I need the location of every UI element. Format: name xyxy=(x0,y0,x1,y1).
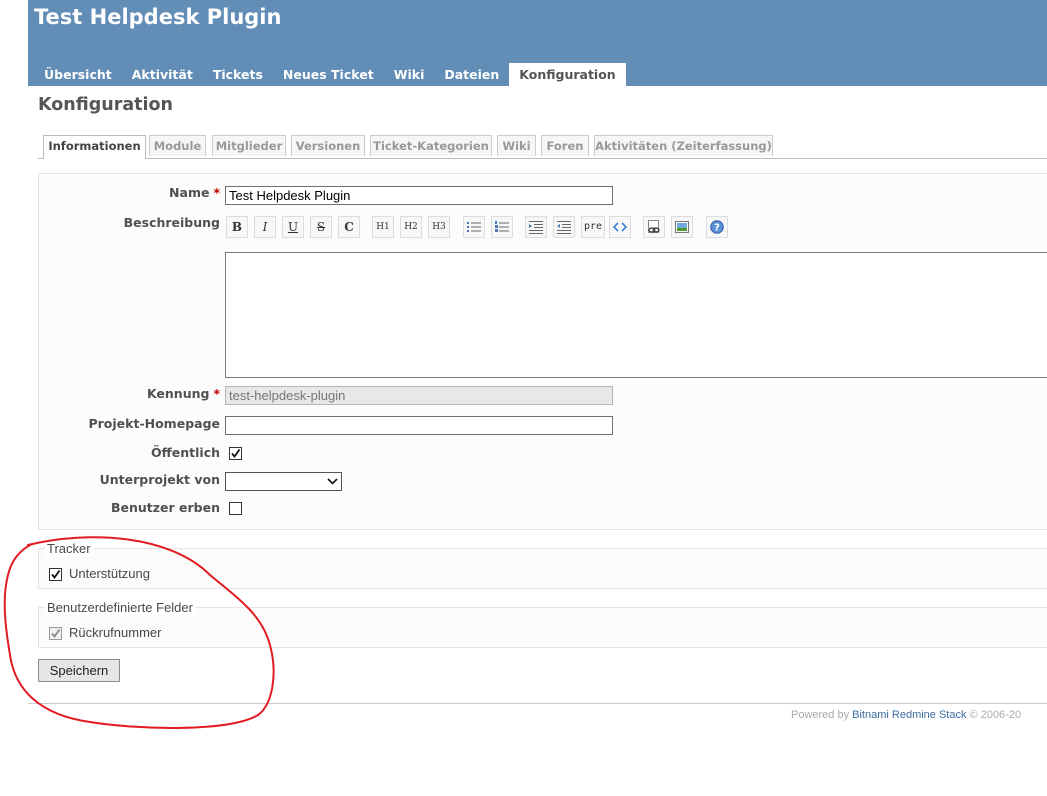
image-icon[interactable] xyxy=(671,216,693,238)
bold-button[interactable]: B xyxy=(226,216,248,238)
checkmark-icon xyxy=(51,569,61,579)
ordered-list-icon[interactable] xyxy=(491,216,513,238)
tab-issue-categories[interactable]: Ticket-Kategorien xyxy=(370,135,492,156)
settings-tabs: Informationen Module Mitglieder Versione… xyxy=(38,135,1047,159)
parent-project-label: Unterprojekt von xyxy=(99,472,220,487)
inherit-members-label: Benutzer erben xyxy=(110,500,220,515)
quote-icon[interactable] xyxy=(525,216,547,238)
footer-link[interactable]: Bitnami Redmine Stack xyxy=(852,709,966,721)
public-checkbox[interactable] xyxy=(229,447,242,460)
tracker-legend: Tracker xyxy=(45,541,94,556)
heading2-button[interactable]: H2 xyxy=(400,216,422,238)
heading1-button[interactable]: H1 xyxy=(372,216,394,238)
identifier-label: Kennung * xyxy=(146,386,220,401)
footer-divider xyxy=(28,703,1047,704)
description-textarea[interactable] xyxy=(225,252,1047,378)
tab-versions[interactable]: Versionen xyxy=(291,135,365,156)
checkmark-icon xyxy=(51,628,61,638)
name-input[interactable]: Test Helpdesk Plugin xyxy=(225,186,613,205)
footer-prefix: Powered by xyxy=(791,709,850,721)
menu-new-ticket[interactable]: Neues Ticket xyxy=(273,63,384,86)
tab-wiki[interactable]: Wiki xyxy=(497,135,536,156)
inherit-members-checkbox[interactable] xyxy=(229,502,242,515)
public-label: Öffentlich xyxy=(151,445,220,460)
main-menu: Übersicht Aktivität Tickets Neues Ticket… xyxy=(34,63,626,86)
identifier-input: test-helpdesk-plugin xyxy=(225,386,613,405)
tracker-fieldset xyxy=(38,548,1047,589)
tracker-support-label: Unterstützung xyxy=(69,566,150,581)
link-icon[interactable] xyxy=(643,216,665,238)
unquote-icon[interactable] xyxy=(553,216,575,238)
strikethrough-button[interactable]: S xyxy=(310,216,332,238)
page-title: Konfiguration xyxy=(38,95,173,115)
homepage-input[interactable] xyxy=(225,416,613,435)
preformatted-button[interactable]: pre xyxy=(581,216,605,238)
underline-button[interactable]: U xyxy=(282,216,304,238)
custom-fields-legend: Benutzerdefinierte Felder xyxy=(45,600,196,615)
header: Test Helpdesk Plugin Übersicht Aktivität… xyxy=(28,0,1047,86)
callback-number-checkbox xyxy=(49,627,62,640)
name-label: Name * xyxy=(169,185,220,200)
footer: Powered by Bitnami Redmine Stack © 2006-… xyxy=(791,709,1021,721)
svg-text:?: ? xyxy=(714,223,720,234)
footer-suffix: © 2006-20 xyxy=(969,709,1022,721)
chevron-down-icon xyxy=(327,478,338,485)
menu-overview[interactable]: Übersicht xyxy=(34,63,122,86)
tab-members[interactable]: Mitglieder xyxy=(212,135,286,156)
tab-forums[interactable]: Foren xyxy=(541,135,589,156)
menu-wiki[interactable]: Wiki xyxy=(384,63,435,86)
checkmark-icon xyxy=(231,448,241,458)
tab-information[interactable]: Informationen xyxy=(43,135,146,159)
tab-modules[interactable]: Module xyxy=(149,135,206,156)
menu-settings[interactable]: Konfiguration xyxy=(509,63,626,86)
code-button[interactable]: C xyxy=(338,216,360,238)
tab-activities[interactable]: Aktivitäten (Zeiterfassung) xyxy=(594,135,773,156)
description-label: Beschreibung xyxy=(123,215,220,230)
save-button[interactable]: Speichern xyxy=(38,659,120,682)
homepage-label: Projekt-Homepage xyxy=(88,416,220,431)
code-highlight-icon[interactable] xyxy=(609,216,631,238)
menu-files[interactable]: Dateien xyxy=(434,63,509,86)
parent-project-select[interactable] xyxy=(225,472,342,491)
menu-activity[interactable]: Aktivität xyxy=(122,63,203,86)
tracker-support-checkbox[interactable] xyxy=(49,568,62,581)
heading3-button[interactable]: H3 xyxy=(428,216,450,238)
help-icon[interactable]: ? xyxy=(706,216,728,238)
menu-tickets[interactable]: Tickets xyxy=(203,63,273,86)
project-title[interactable]: Test Helpdesk Plugin xyxy=(34,5,281,29)
italic-button[interactable]: I xyxy=(254,216,276,238)
callback-number-label: Rückrufnummer xyxy=(69,625,162,640)
unordered-list-icon[interactable] xyxy=(463,216,485,238)
